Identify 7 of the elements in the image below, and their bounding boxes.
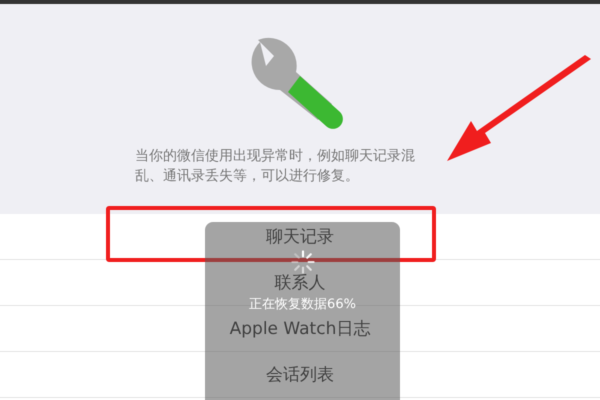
repair-option[interactable]: 聊天记录 <box>266 225 334 248</box>
repair-option[interactable]: Apple Watch日志 <box>230 317 370 340</box>
description-text: 当你的微信使用出现异常时，例如聊天记录混乱、通讯录丢失等，可以进行修复。 <box>135 147 416 186</box>
repair-option[interactable]: 会话列表 <box>266 363 334 386</box>
repair-option[interactable]: 联系人 <box>274 271 326 294</box>
progress-message: 正在恢复数据66% <box>249 297 356 312</box>
spinner-icon <box>290 250 314 274</box>
